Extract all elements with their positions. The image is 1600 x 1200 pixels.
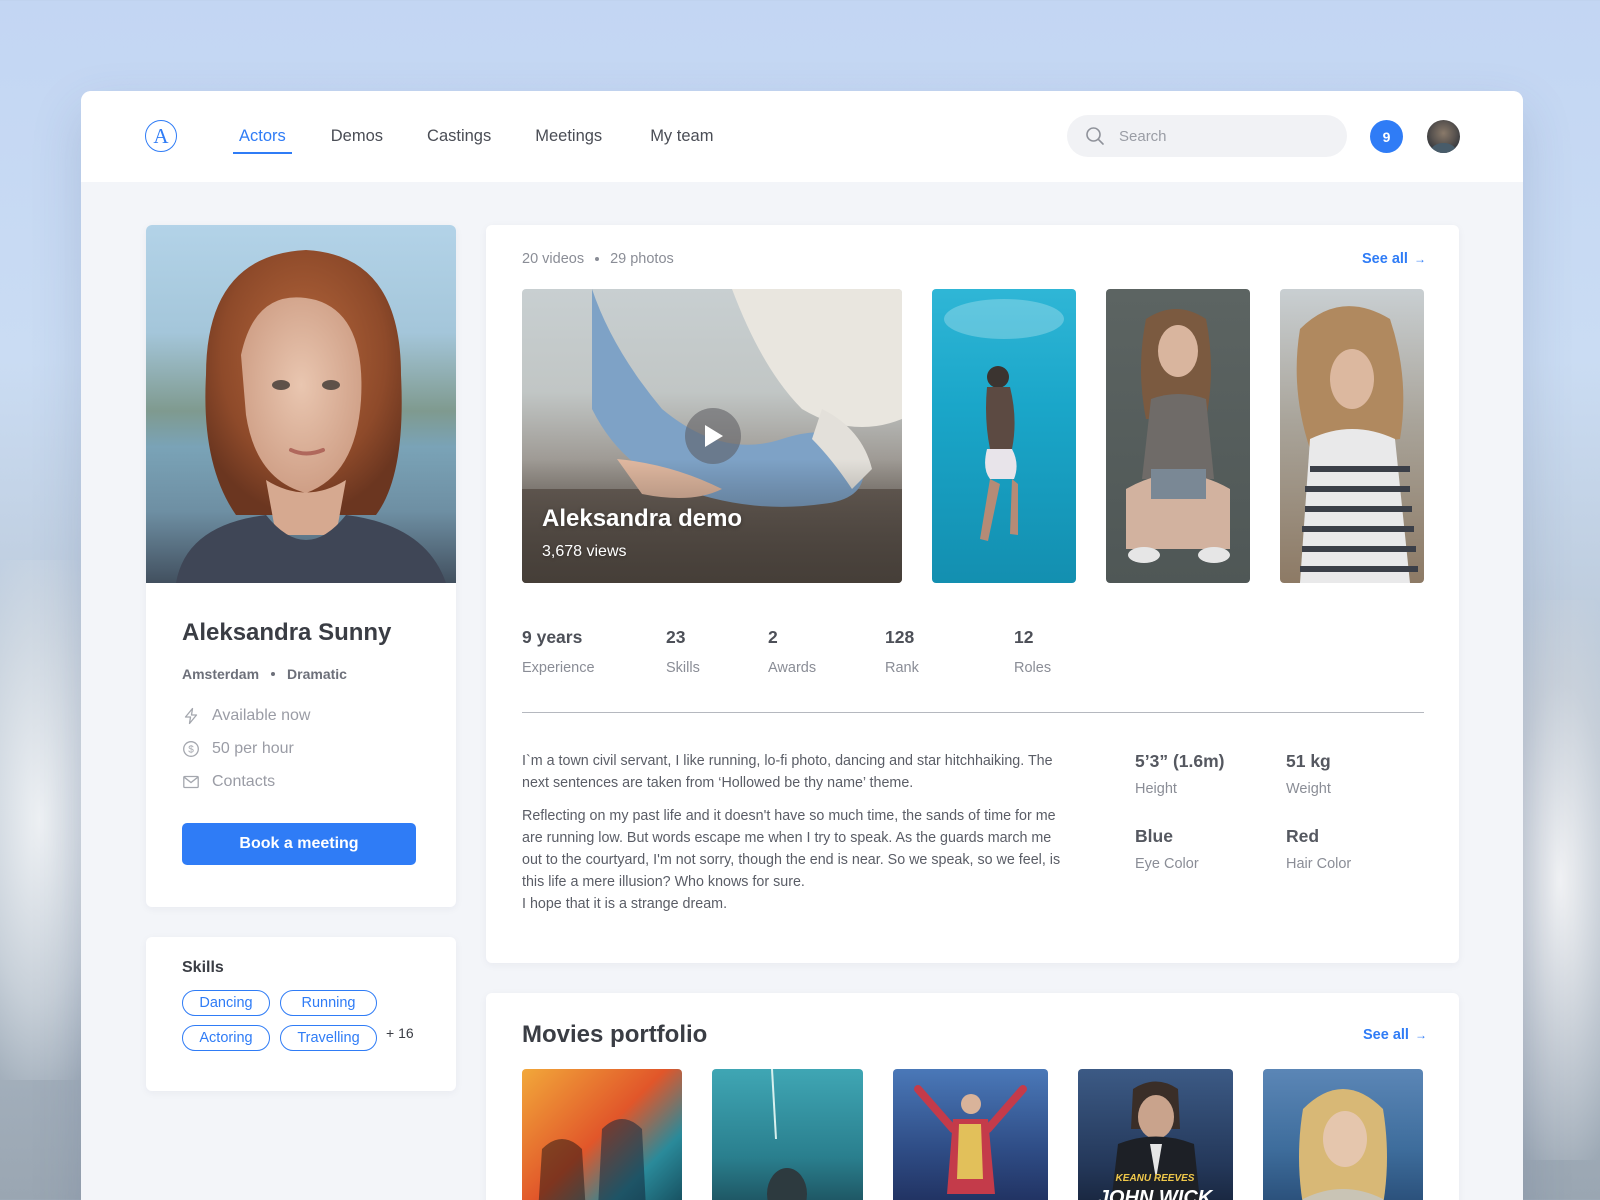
search-icon [1086, 127, 1104, 145]
skill-chip[interactable]: Actoring [182, 1025, 270, 1051]
movies-portfolio-card: Movies portfolio See all → KEANU REEVES … [486, 993, 1459, 1200]
photo-thumbnail[interactable] [1106, 289, 1250, 583]
skill-chip[interactable]: Travelling [280, 1025, 377, 1051]
rate-text: 50 per hour [212, 740, 294, 757]
search-input[interactable] [1119, 115, 1329, 157]
dollar-coin-icon: $ [183, 741, 199, 757]
lightning-icon [184, 707, 198, 725]
play-icon [705, 425, 723, 447]
search-box[interactable] [1067, 115, 1347, 157]
media-card: 20 videos 29 photos See all → Aleksandra… [486, 225, 1459, 963]
main-nav: Actors Demos Castings Meetings My team [233, 91, 713, 182]
stat-value: 12 [1014, 627, 1034, 647]
notification-badge[interactable]: 9 [1370, 120, 1403, 153]
attribute-label: Eye Color [1135, 856, 1199, 872]
stat-label: Rank [885, 660, 919, 676]
profile-card: Aleksandra Sunny Amsterdam Dramatic Avai… [146, 225, 456, 907]
actor-genre: Dramatic [287, 666, 347, 682]
movie-poster[interactable] [522, 1069, 682, 1200]
stat-value: 128 [885, 627, 915, 647]
movie-poster[interactable]: KEANU REEVES JOHN WICK [1078, 1069, 1233, 1200]
profile-photo [146, 225, 456, 583]
nav-item-meetings[interactable]: Meetings [535, 91, 602, 182]
see-all-media-link[interactable]: See all → [1362, 251, 1426, 267]
photos-count: 29 photos [610, 251, 674, 267]
bio-paragraph: I`m a town civil servant, I like running… [522, 753, 1053, 791]
stat-value: 9 years [522, 627, 583, 647]
media-counts: 20 videos 29 photos [522, 251, 674, 267]
stat-label: Experience [522, 660, 595, 676]
stat-roles: 12 Roles [1014, 627, 1051, 676]
arrow-right-icon: → [1413, 252, 1426, 266]
actor-name: Aleksandra Sunny [182, 619, 392, 646]
attribute-height: 5’3” (1.6m) Height [1135, 751, 1224, 797]
movies-portfolio-title: Movies portfolio [522, 1021, 708, 1048]
videos-count: 20 videos [522, 251, 585, 267]
stat-label: Skills [666, 660, 700, 676]
stat-label: Roles [1014, 660, 1052, 676]
photo-thumbnail[interactable] [932, 289, 1076, 583]
movie-poster[interactable] [712, 1069, 863, 1200]
stat-value: 23 [666, 627, 686, 647]
logo-icon[interactable]: A [145, 120, 177, 152]
skills-card: Skills Dancing Running Actoring Travelli… [146, 937, 456, 1091]
stat-experience: 9 years Experience [522, 627, 595, 676]
stat-label: Awards [768, 660, 817, 676]
stat-value: 2 [768, 627, 778, 647]
actor-city: Amsterdam [182, 666, 260, 682]
attribute-value: 51 kg [1286, 751, 1331, 771]
availability-text: Available now [212, 707, 311, 724]
attribute-value: Blue [1135, 826, 1173, 846]
attribute-label: Hair Color [1286, 856, 1352, 872]
attribute-label: Height [1135, 781, 1177, 797]
skill-chip[interactable]: Dancing [182, 990, 270, 1016]
separator-dot [595, 257, 600, 261]
attribute-eye-color: Blue Eye Color [1135, 826, 1199, 872]
nav-item-castings[interactable]: Castings [427, 91, 491, 182]
bio-paragraph: Reflecting on my past life and it doesn'… [522, 808, 1061, 890]
rate-row: $ 50 per hour [182, 740, 294, 758]
see-all-label: See all [1362, 251, 1408, 267]
video-views: 3,678 views [542, 543, 627, 560]
separator-dot [271, 672, 276, 676]
skills-title: Skills [182, 959, 224, 976]
book-meeting-button[interactable]: Book a meeting [182, 823, 416, 865]
see-all-label: See all [1363, 1027, 1409, 1043]
poster-actor-text: KEANU REEVES [1116, 1173, 1195, 1184]
nav-item-my-team[interactable]: My team [650, 91, 713, 182]
play-button[interactable] [685, 408, 741, 464]
nav-item-actors[interactable]: Actors [233, 91, 292, 182]
nav-item-demos[interactable]: Demos [331, 91, 383, 182]
bio-paragraph: I hope that it is a strange dream. [522, 896, 728, 912]
movie-poster[interactable] [1263, 1069, 1423, 1200]
poster-title-text: JOHN WICK [1098, 1187, 1214, 1200]
skill-chip[interactable]: Running [280, 990, 377, 1016]
envelope-icon [183, 775, 199, 789]
contacts-link[interactable]: Contacts [212, 773, 275, 791]
attribute-weight: 51 kg Weight [1286, 751, 1331, 797]
attribute-hair-color: Red Hair Color [1286, 826, 1351, 872]
contacts-row[interactable]: Contacts [182, 773, 275, 791]
stat-awards: 2 Awards [768, 627, 816, 676]
user-avatar[interactable] [1427, 120, 1460, 153]
attribute-value: 5’3” (1.6m) [1135, 751, 1225, 771]
photo-thumbnail[interactable] [1280, 289, 1424, 583]
stat-rank: 128 Rank [885, 627, 919, 676]
movie-poster[interactable] [893, 1069, 1048, 1200]
video-title: Aleksandra demo [542, 505, 743, 532]
attribute-label: Weight [1286, 781, 1331, 797]
attribute-value: Red [1286, 826, 1320, 846]
availability-row: Available now [182, 707, 310, 725]
stat-skills: 23 Skills [666, 627, 700, 676]
demo-video[interactable]: Aleksandra demo 3,678 views [522, 289, 902, 583]
arrow-right-icon: → [1414, 1028, 1427, 1042]
see-all-movies-link[interactable]: See all → [1363, 1027, 1427, 1043]
more-skills-count[interactable]: + 16 [386, 1025, 414, 1041]
app-window: A Actors Demos Castings Meetings My team… [81, 91, 1523, 1200]
top-navigation-bar: A Actors Demos Castings Meetings My team… [81, 91, 1523, 182]
divider [522, 712, 1424, 713]
actor-meta: Amsterdam Dramatic [182, 666, 347, 682]
svg-text:$: $ [188, 745, 194, 756]
